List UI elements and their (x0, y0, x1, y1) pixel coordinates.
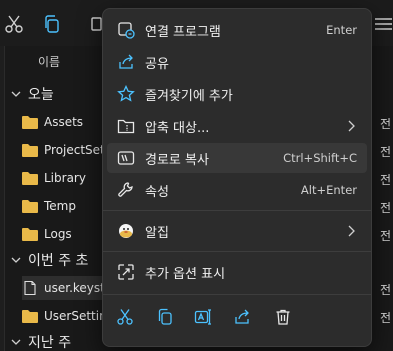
share-icon (117, 53, 135, 71)
date-modified: 전 4: (380, 311, 393, 325)
share-icon[interactable] (230, 305, 254, 329)
group-today[interactable]: 오늘 (10, 84, 54, 104)
menu-item-share[interactable]: 공유 (107, 47, 367, 77)
cut-icon[interactable] (113, 305, 137, 329)
date-modified: 전 4: (380, 283, 393, 297)
menu-item-label: 알집 (145, 225, 169, 241)
menu-action-bar (103, 301, 371, 331)
item-name: Logs (44, 227, 72, 241)
menu-item-copy-as-path[interactable]: 경로로 복사 Ctrl+Shift+C (107, 143, 367, 173)
folder-icon (22, 228, 38, 241)
copy-icon[interactable] (153, 305, 177, 329)
menu-item-label: 추가 옵션 표시 (145, 266, 226, 282)
menu-item-compress-to[interactable]: 압축 대상... (107, 111, 367, 141)
date-modified: 전 3: (380, 145, 393, 159)
menu-item-open-with[interactable]: 연결 프로그램 Enter (107, 15, 367, 45)
alzip-icon (117, 222, 135, 240)
group-last-week[interactable]: 지난 주 (10, 332, 71, 351)
context-menu: 연결 프로그램 Enter 공유 즐겨찾기에 추가 압축 대상... 경로로 복… (102, 8, 372, 347)
zip-folder-icon (117, 117, 135, 135)
group-label: 지난 주 (28, 335, 72, 351)
cut-icon[interactable] (0, 10, 28, 38)
copy-path-icon (117, 149, 135, 167)
menu-item-label: 압축 대상... (145, 120, 210, 136)
more-options-icon (117, 263, 135, 281)
menu-item-show-more-options[interactable]: 추가 옵션 표시 (107, 257, 367, 287)
folder-icon (22, 200, 38, 213)
menu-item-label: 즐겨찾기에 추가 (145, 88, 233, 104)
item-name: Library (44, 171, 86, 185)
menu-item-label: 속성 (145, 184, 169, 200)
delete-icon[interactable] (271, 305, 295, 329)
chevron-down-icon (11, 257, 21, 263)
copy-icon[interactable] (38, 10, 66, 38)
folder-icon (22, 172, 38, 185)
chevron-down-icon (11, 91, 21, 97)
menu-item-accelerator: Alt+Enter (300, 183, 357, 197)
menu-item-properties[interactable]: 속성 Alt+Enter (107, 175, 367, 205)
menu-item-accelerator: Enter (326, 23, 357, 37)
rename-icon[interactable] (191, 305, 215, 329)
menu-item-label: 공유 (145, 56, 169, 72)
folder-icon (22, 116, 38, 129)
chevron-right-icon (348, 225, 355, 237)
menu-item-alzip[interactable]: 알집 (107, 216, 367, 246)
chevron-down-icon (11, 339, 21, 345)
chevron-right-icon (348, 120, 355, 132)
file-icon (24, 281, 36, 295)
pane-divider (4, 46, 5, 351)
folder-icon (22, 310, 38, 323)
group-label: 오늘 (28, 87, 54, 103)
menu-separator (103, 210, 371, 211)
date-modified: 전 2: (380, 201, 393, 215)
menu-item-label: 연결 프로그램 (145, 24, 221, 40)
open-with-icon (117, 21, 135, 39)
date-modified: 전 3: (380, 117, 393, 131)
item-name: Temp (44, 199, 76, 213)
menu-separator (103, 294, 371, 295)
star-icon (117, 85, 135, 103)
group-label: 이번 주 초 (28, 253, 89, 269)
folder-icon (22, 144, 38, 157)
column-header-name[interactable]: 이름 (38, 53, 60, 70)
menu-item-add-to-favorites[interactable]: 즐겨찾기에 추가 (107, 79, 367, 109)
group-earlier-this-week[interactable]: 이번 주 초 (10, 250, 88, 270)
date-modified: 전 2: (380, 173, 393, 187)
wrench-icon (117, 181, 135, 199)
menu-item-label: 경로로 복사 (145, 152, 209, 168)
date-modified: 전 12 (380, 229, 393, 243)
menu-item-accelerator: Ctrl+Shift+C (283, 151, 357, 165)
item-name: Assets (44, 115, 84, 129)
menu-separator (103, 251, 371, 252)
